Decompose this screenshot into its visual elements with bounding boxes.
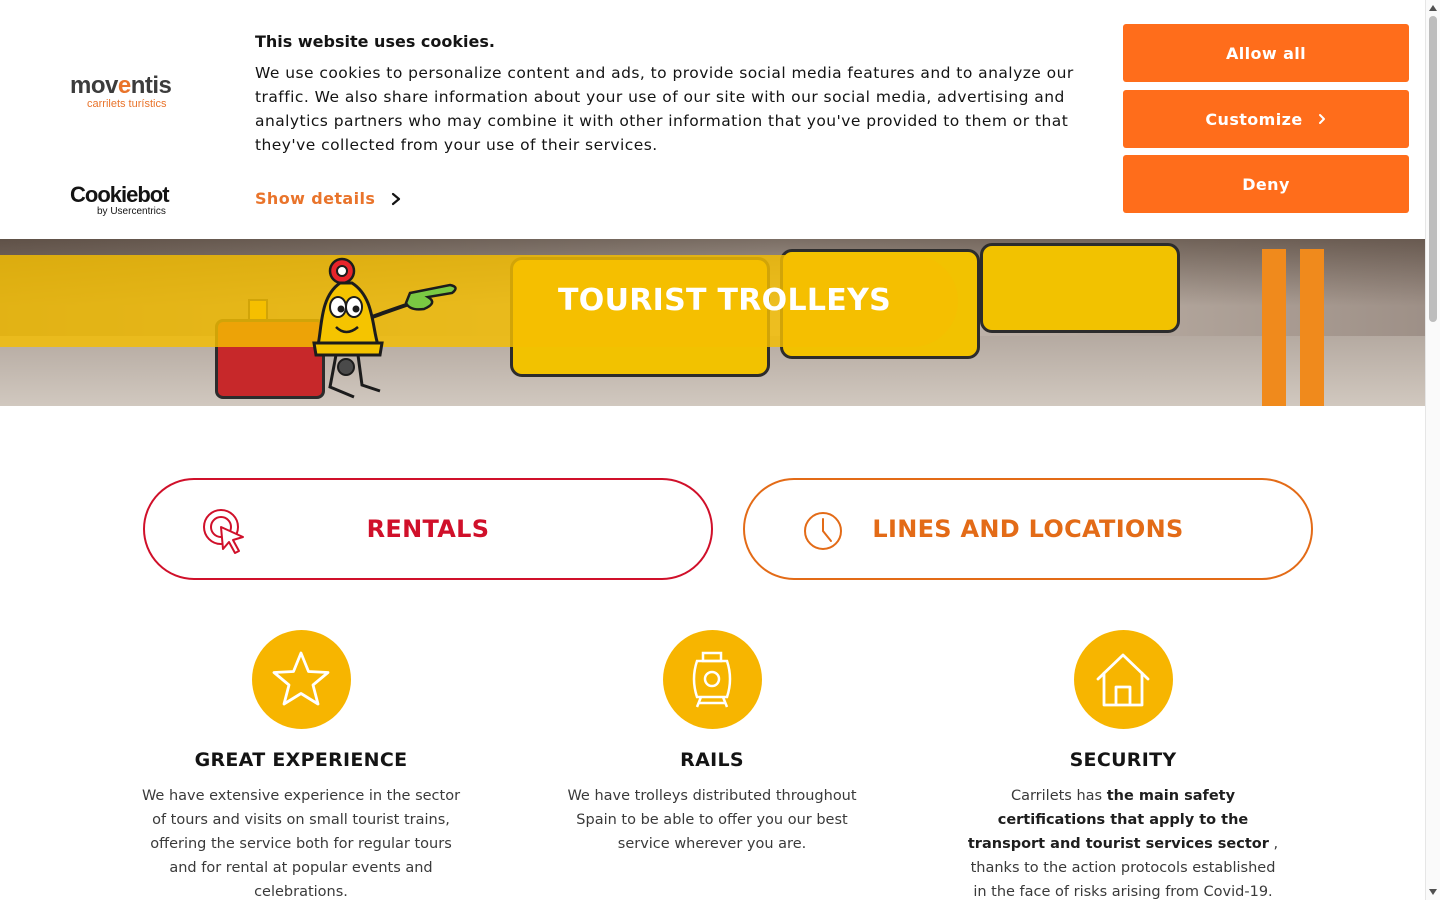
feature-rails: RAILS We have trolleys distributed throu… [542,630,882,856]
train-car-image [980,243,1180,333]
show-details-label: Show details [255,189,376,208]
scrollbar-thumb[interactable] [1429,16,1437,322]
lines-and-locations-button[interactable]: LINES AND LOCATIONS [743,478,1313,580]
feature-text: We have trolleys distributed throughout … [567,788,857,852]
orange-post-image [1262,249,1286,406]
feature-heading: GREAT EXPERIENCE [194,749,408,771]
feature-text: We have extensive experience in the sect… [141,788,461,900]
cookie-banner-title: This website uses cookies. [255,32,495,51]
feature-icon-circle [662,630,762,729]
feature-text: Carrilets has the main safety certificat… [967,788,1279,900]
allow-all-label: Allow all [1225,43,1307,63]
page-scrollbar[interactable] [1425,0,1440,900]
customize-label: Customize [1205,109,1303,129]
cookie-banner-description: We use cookies to personalize content an… [255,64,1074,154]
feature-icon-circle [251,630,351,729]
bell-mascot-icon [312,257,457,399]
rentals-label: RENTALS [366,515,490,543]
deny-button[interactable]: Deny [1123,155,1409,213]
feature-security: SECURITY Carrilets has the main safety c… [953,630,1293,900]
orange-post-image [1300,249,1324,406]
train-icon [692,651,732,707]
chevron-right-icon [392,192,401,206]
cookiebot-logo[interactable]: Cookiebot by Usercentrics [70,184,180,218]
moventis-logo: moventis carrilets turístics [70,72,172,111]
chevron-right-icon [1318,114,1325,124]
feature-heading: RAILS [680,749,744,771]
allow-all-button[interactable]: Allow all [1123,24,1409,82]
scroll-up-arrow-icon[interactable] [1429,5,1437,11]
hero-banner: TOURIST TROLLEYS [0,239,1425,406]
page-title: TOURIST TROLLEYS [558,283,892,318]
cookie-consent-banner: moventis carrilets turístics Cookiebot b… [0,0,1425,239]
customize-button[interactable]: Customize [1123,90,1409,148]
feature-great-experience: GREAT EXPERIENCE We have extensive exper… [131,630,471,900]
star-icon [272,651,330,705]
lines-and-locations-label: LINES AND LOCATIONS [872,515,1184,543]
rentals-button[interactable]: RENTALS [143,478,713,580]
feature-heading: SECURITY [1069,749,1177,771]
deny-label: Deny [1242,174,1290,194]
scroll-down-arrow-icon[interactable] [1429,889,1437,895]
hero-title-band: TOURIST TROLLEYS [0,255,958,347]
house-icon [1096,653,1150,706]
feature-icon-circle [1073,630,1173,729]
show-details-link[interactable]: Show details [255,189,403,209]
